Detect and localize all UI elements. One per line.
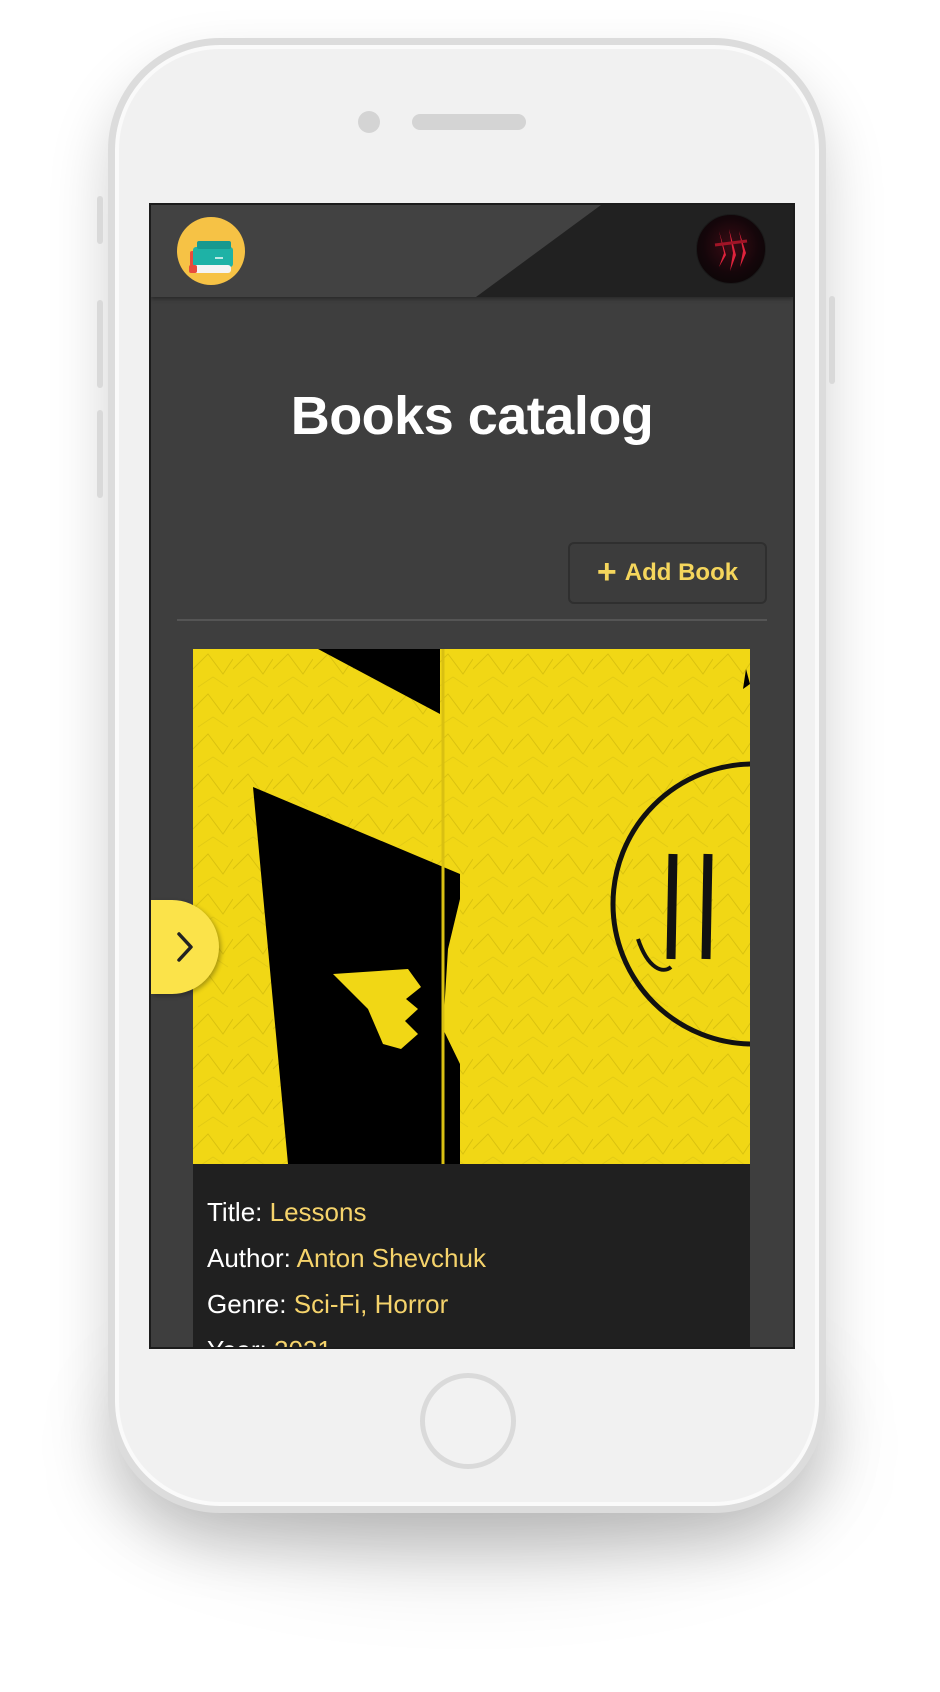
- book-title-row: Title: Lessons: [207, 1189, 737, 1235]
- book-genre-value: Sci-Fi, Horror: [293, 1289, 449, 1319]
- book-title-label: Title:: [207, 1197, 263, 1227]
- section-divider: [177, 619, 767, 621]
- book-year-row: Year: 2021: [207, 1327, 737, 1347]
- chevron-right-icon: [177, 932, 193, 962]
- red-claw-avatar-icon[interactable]: [696, 214, 766, 284]
- book-card[interactable]: Title: Lessons Author: Anton Shevchuk Ge…: [193, 649, 750, 1347]
- book-title-value: Lessons: [269, 1197, 367, 1227]
- page-title: Books catalog: [290, 386, 654, 446]
- book-genre-row: Genre: Sci-Fi, Horror: [207, 1281, 737, 1327]
- volume-down-button: [97, 410, 103, 498]
- book-year-value: 2021: [274, 1335, 332, 1347]
- phone-screen: Books catalog + Add Book Title: Lessons …: [149, 203, 795, 1349]
- book-year-label: Year:: [207, 1335, 267, 1347]
- earpiece-speaker: [412, 114, 526, 130]
- add-book-label: Add Book: [624, 559, 739, 586]
- book-info: Title: Lessons Author: Anton Shevchuk Ge…: [207, 1189, 737, 1347]
- top-navbar: [151, 205, 793, 297]
- book-author-label: Author:: [207, 1243, 291, 1273]
- home-button[interactable]: [420, 1373, 516, 1469]
- mute-switch: [97, 196, 103, 244]
- add-book-button[interactable]: + Add Book: [568, 542, 767, 604]
- book-author-value: Anton Shevchuk: [296, 1243, 486, 1273]
- volume-up-button: [97, 300, 103, 388]
- book-genre-label: Genre:: [207, 1289, 287, 1319]
- power-button: [829, 296, 835, 384]
- stage: Books catalog + Add Book Title: Lessons …: [0, 0, 940, 1692]
- book-cover-image: [193, 649, 750, 1164]
- books-logo-icon[interactable]: [177, 217, 245, 285]
- book-author-row: Author: Anton Shevchuk: [207, 1235, 737, 1281]
- front-camera: [358, 111, 380, 133]
- plus-icon: +: [596, 552, 617, 591]
